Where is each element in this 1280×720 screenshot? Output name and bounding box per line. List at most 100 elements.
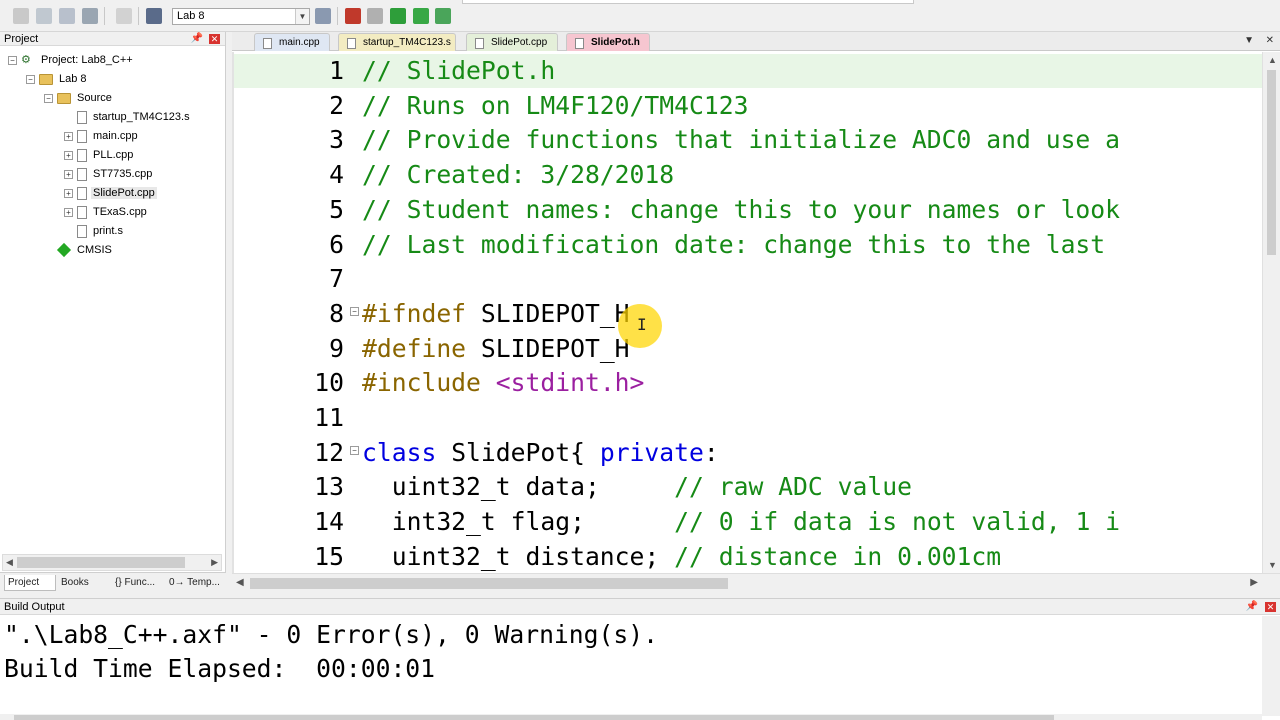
tree-item-label: Project: Lab8_C++ — [41, 54, 133, 66]
download-icon[interactable] — [146, 8, 162, 24]
build-icon[interactable] — [36, 8, 52, 24]
code-line[interactable]: 8− #ifndef SLIDEPOT_H — [234, 297, 1264, 331]
scroll-left-icon[interactable]: ◀ — [6, 557, 13, 568]
code-token: int32_t flag; — [362, 507, 675, 537]
build-output-line: Build Time Elapsed: 00:00:01 — [4, 654, 436, 683]
code-editor[interactable]: 1 // SlidePot.h 2 // Runs on LM4F120/TM4C12… — [232, 52, 1280, 573]
manage-components-icon[interactable] — [413, 8, 429, 24]
pin-icon[interactable]: 📌 — [191, 32, 203, 46]
tab-list-icon[interactable]: ▼ — [1244, 35, 1254, 46]
run-time-environment-icon[interactable] — [435, 8, 451, 24]
chevron-down-icon[interactable]: ▼ — [295, 9, 309, 24]
tree-item[interactable]: − Lab 8 — [26, 70, 89, 88]
line-number: 7 — [329, 264, 344, 294]
select-packs-icon[interactable] — [367, 8, 383, 24]
code-line[interactable]: 6 // Last modification date: change this … — [234, 228, 1264, 262]
code-line[interactable]: 9 #define SLIDEPOT_H — [234, 332, 1264, 366]
editor-tab-bar: main.cpp startup_TM4C123.s SlidePot.cpp … — [232, 32, 1280, 51]
fold-toggle-icon[interactable]: − — [350, 445, 359, 455]
tree-item[interactable]: + SlidePot.cpp — [64, 184, 157, 202]
expand-icon[interactable]: + — [64, 207, 73, 217]
stop-build-icon[interactable] — [116, 8, 132, 24]
scroll-down-icon[interactable]: ▼ — [1268, 560, 1277, 570]
code-line[interactable]: 7 — [234, 262, 1264, 296]
expand-icon[interactable]: + — [64, 150, 73, 160]
code-line[interactable]: 11 — [234, 401, 1264, 435]
batch-build-icon[interactable] — [82, 8, 98, 24]
code-text: // Runs on LM4F120/TM4C123 — [362, 89, 748, 123]
collapse-icon[interactable]: − — [44, 93, 53, 103]
target-options-icon[interactable] — [315, 8, 331, 24]
file-icon — [77, 224, 87, 238]
close-icon[interactable]: ✕ — [1265, 602, 1276, 612]
scroll-up-icon[interactable]: ▲ — [1268, 55, 1277, 65]
tree-item-label: Source — [77, 92, 112, 104]
tab-books[interactable]: Books — [58, 575, 110, 591]
target-select[interactable]: Lab 8 ▼ — [172, 8, 310, 25]
translate-icon[interactable] — [13, 8, 29, 24]
code-line[interactable]: 15 uint32_t distance; // distance in 0.0… — [234, 540, 1264, 573]
tree-item[interactable]: + ST7735.cpp — [64, 165, 154, 183]
tab-main-cpp[interactable]: main.cpp — [254, 33, 330, 51]
line-number: 5 — [329, 194, 344, 224]
tab-project[interactable]: Project — [4, 575, 56, 591]
pack-installer-icon[interactable] — [390, 8, 406, 24]
build-vertical-scrollbar[interactable] — [1262, 616, 1280, 716]
scroll-thumb[interactable] — [14, 715, 1054, 720]
scroll-thumb[interactable] — [250, 578, 728, 589]
tree-item[interactable]: startup_TM4C123.s — [64, 108, 192, 126]
tree-item[interactable]: − ⚙ Project: Lab8_C++ — [8, 51, 135, 69]
code-line[interactable]: 3 // Provide functions that initialize AD… — [234, 123, 1264, 157]
tab-functions[interactable]: {} Func... — [112, 575, 166, 591]
code-line[interactable]: 13 uint32_t data; // raw ADC value — [234, 470, 1264, 504]
editor-horizontal-scrollbar[interactable]: ◀ ▶ — [232, 573, 1280, 592]
line-number: 10 — [314, 368, 344, 398]
code-line[interactable]: 2 // Runs on LM4F120/TM4C123 — [234, 89, 1264, 123]
code-token: // Created: 3/28/2018 — [362, 160, 675, 190]
scroll-thumb[interactable] — [17, 557, 185, 568]
tab-slidepot-h[interactable]: SlidePot.h — [566, 33, 650, 51]
line-number: 15 — [314, 541, 344, 571]
tree-item[interactable]: − Source — [44, 89, 114, 107]
separator — [337, 7, 338, 25]
tree-item[interactable]: CMSIS — [44, 241, 114, 259]
project-tree: − ⚙ Project: Lab8_C++ − Lab 8− Source startup_… — [0, 46, 225, 556]
close-icon[interactable]: ✕ — [209, 34, 220, 44]
collapse-icon[interactable]: − — [26, 74, 35, 84]
tab-startup-s[interactable]: startup_TM4C123.s — [338, 33, 456, 51]
scroll-right-icon[interactable]: ▶ — [1250, 577, 1258, 588]
expand-icon[interactable]: + — [64, 188, 73, 198]
tab-templates[interactable]: 0→ Temp... — [166, 575, 224, 591]
rebuild-icon[interactable] — [59, 8, 75, 24]
file-icon — [77, 148, 87, 162]
scroll-thumb[interactable] — [1267, 70, 1276, 255]
fold-toggle-icon[interactable]: − — [350, 306, 359, 316]
tree-item[interactable]: print.s — [64, 222, 125, 240]
editor-vertical-scrollbar[interactable]: ▲ ▼ — [1262, 52, 1280, 573]
scroll-right-icon[interactable]: ▶ — [211, 557, 218, 568]
build-horizontal-scrollbar[interactable] — [0, 714, 1262, 720]
scroll-left-icon[interactable]: ◀ — [236, 577, 244, 588]
code-line[interactable]: 12− class SlidePot{ private: — [234, 436, 1264, 470]
line-number: 6 — [329, 229, 344, 259]
code-token: uint32_t distance; — [362, 541, 675, 571]
code-token: #ifndef — [362, 298, 467, 328]
code-line[interactable]: 5 // Student names: change this to your n… — [234, 193, 1264, 227]
code-line[interactable]: 4 // Created: 3/28/2018 — [234, 158, 1264, 192]
expand-icon[interactable]: + — [64, 169, 73, 179]
code-line[interactable]: 10 #include <stdint.h> — [234, 366, 1264, 400]
line-number: 9 — [329, 333, 344, 363]
tree-item[interactable]: + PLL.cpp — [64, 146, 135, 164]
build-output-header: Build Output 📌 ✕ — [0, 599, 1280, 615]
project-horizontal-scrollbar[interactable]: ◀ ▶ — [2, 554, 222, 571]
tree-item[interactable]: + TExaS.cpp — [64, 203, 149, 221]
tree-item[interactable]: + main.cpp — [64, 127, 140, 145]
code-line[interactable]: 14 int32_t flag; // 0 if data is not val… — [234, 505, 1264, 539]
tab-slidepot-cpp[interactable]: SlidePot.cpp — [466, 33, 558, 51]
close-tab-icon[interactable]: ✕ — [1266, 35, 1274, 46]
code-line[interactable]: 1 // SlidePot.h — [234, 54, 1264, 88]
expand-icon[interactable]: + — [64, 131, 73, 141]
manage-project-icon[interactable] — [345, 8, 361, 24]
pin-icon[interactable]: 📌 — [1246, 599, 1258, 615]
collapse-icon[interactable]: − — [8, 55, 17, 65]
